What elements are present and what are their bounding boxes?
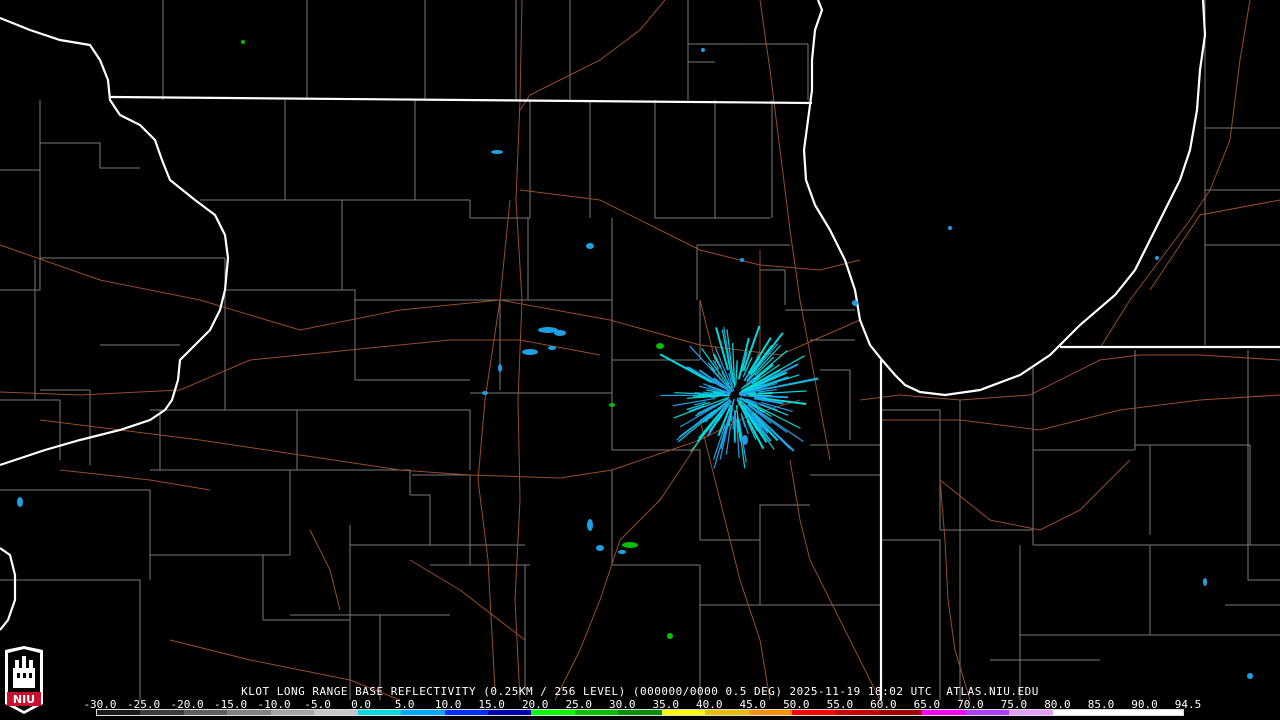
echo-cell [241, 40, 245, 44]
colorbar-segment [1096, 710, 1140, 715]
colorbar-segment [1052, 710, 1097, 715]
colorbar-segment [270, 710, 315, 715]
colorbar-segment [1009, 710, 1053, 715]
echo-cell [586, 243, 594, 249]
echo-cell [656, 343, 664, 349]
colorbar-segment [357, 710, 402, 715]
echo-cell [522, 349, 538, 355]
echo-cell [491, 150, 503, 154]
colorbar-segment [748, 710, 792, 715]
product-title: KLOT LONG RANGE BASE REFLECTIVITY (0.25K… [241, 685, 1039, 698]
echo-cell [482, 391, 488, 395]
echo-cell [948, 226, 952, 230]
echo-cell [498, 364, 502, 372]
colorbar-segment [531, 710, 575, 715]
echo-streak [758, 391, 774, 395]
echo-cell [587, 519, 593, 531]
niu-logo: NIU [5, 646, 43, 714]
colorbar-segment [140, 710, 184, 715]
colorbar-segment [314, 710, 358, 715]
echo-cell [740, 258, 744, 262]
colorbar-segment [97, 710, 141, 715]
echo-cell [596, 545, 604, 551]
colorbar-segment [401, 710, 445, 715]
colorbar-segment [487, 710, 532, 715]
echo-streak [730, 415, 733, 422]
colorbar-segment [1139, 710, 1183, 715]
colorbar-segment [618, 710, 662, 715]
colorbar-segment [965, 710, 1010, 715]
echo-cell [17, 497, 23, 507]
colorbar-segment [705, 710, 749, 715]
echo-cell [701, 48, 705, 52]
echo-cell [548, 346, 556, 350]
echo-cell [554, 330, 566, 336]
colorbar-segment [183, 710, 228, 715]
colorbar-segment [878, 710, 923, 715]
colorbar-segment [792, 710, 836, 715]
reflectivity-colorbar [96, 709, 1184, 716]
echo-cell [609, 403, 615, 407]
echo-cell [742, 435, 748, 445]
echo-cell [1247, 673, 1253, 679]
colorbar-segment [922, 710, 966, 715]
colorbar-segment [574, 710, 619, 715]
echo-streak [732, 416, 736, 430]
echo-cell [852, 300, 858, 306]
echo-cell [618, 550, 626, 554]
colorbar-segment [227, 710, 271, 715]
colorbar-segment [444, 710, 488, 715]
echo-cell [1203, 578, 1207, 586]
echo-cell [667, 633, 673, 639]
radar-map: NIU [0, 0, 1280, 720]
echo-cell [1155, 256, 1159, 260]
colorbar-segment [661, 710, 706, 715]
echo-cell [622, 542, 638, 548]
colorbar-segment [835, 710, 879, 715]
